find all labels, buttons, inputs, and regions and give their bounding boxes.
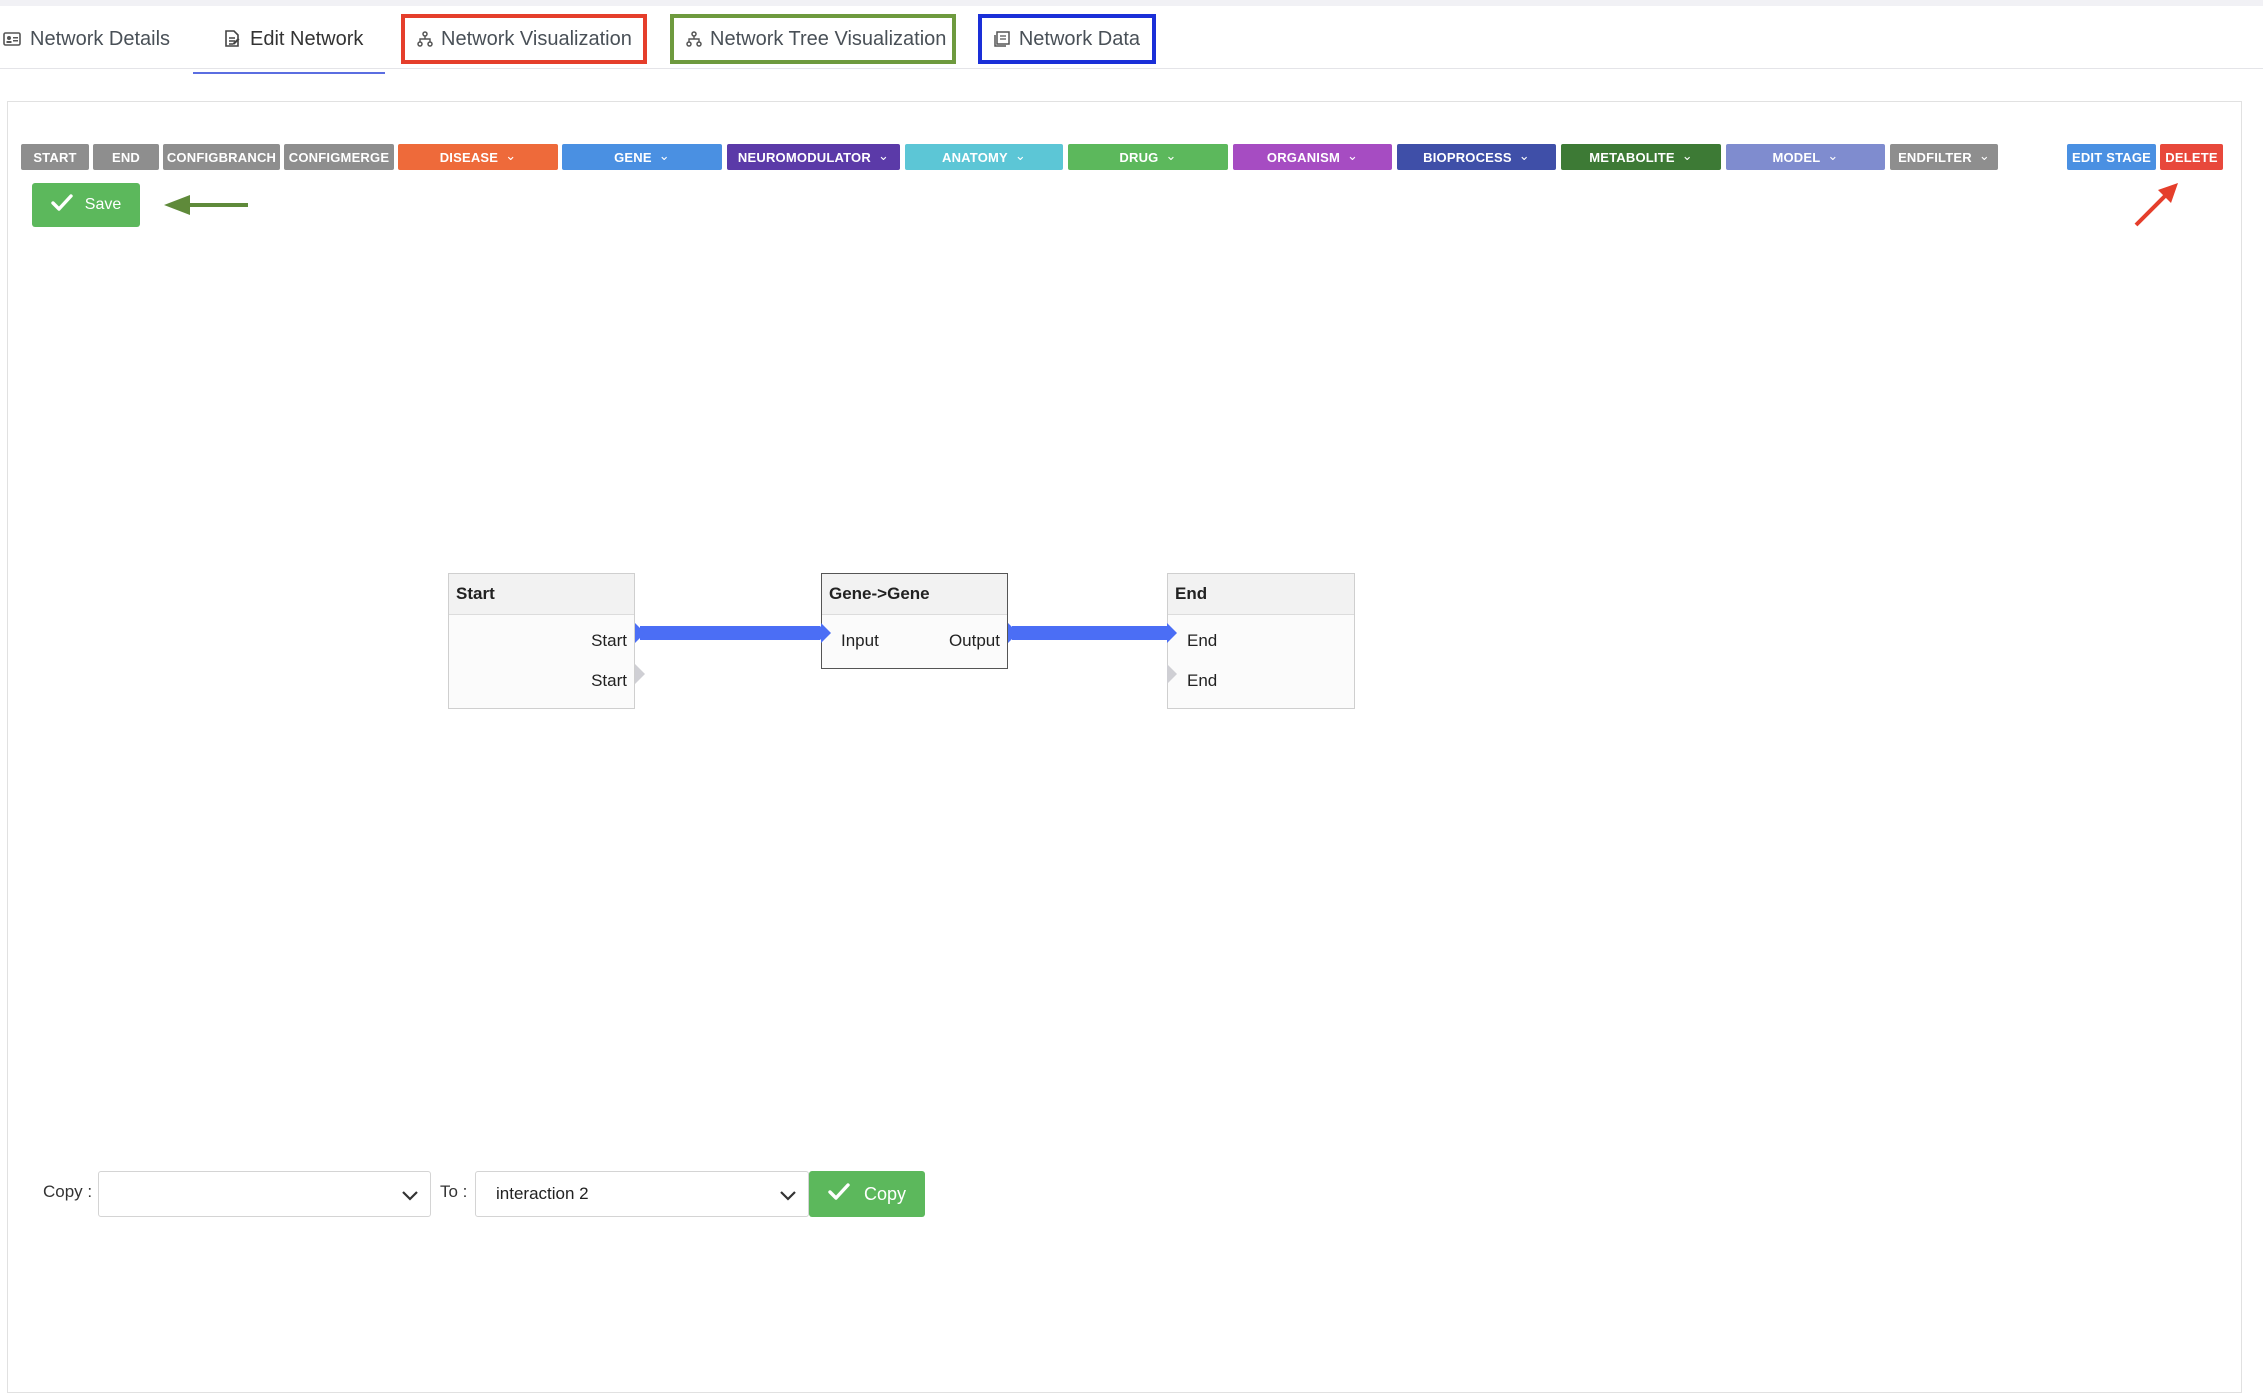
edit-stage-button[interactable]: EDIT STAGE	[2067, 144, 2156, 170]
start-node[interactable]: Start Start Start	[448, 573, 635, 709]
sitemap-icon	[686, 29, 702, 49]
tab-bar: Network Details Edit Network Network Vis…	[0, 6, 2263, 74]
tab-label: Edit Network	[250, 27, 364, 50]
gene-output-port[interactable]	[1008, 623, 1018, 643]
active-tab-indicator	[193, 72, 385, 74]
tab-network-tree-visualization[interactable]: Network Tree Visualization	[670, 14, 956, 64]
button-label: MODEL	[1772, 149, 1821, 165]
metabolite-dropdown[interactable]: METABOLITE ⌄	[1561, 144, 1721, 170]
end-input-port-2[interactable]	[1167, 664, 1177, 684]
configmerge-button[interactable]: CONFIGMERGE	[284, 144, 394, 170]
node-title: Gene->Gene	[822, 574, 1007, 615]
copy-button[interactable]: Copy	[809, 1171, 925, 1217]
gene-gene-node[interactable]: Gene->Gene Input Output	[821, 573, 1008, 669]
chevron-down-icon: ⌄	[1518, 148, 1530, 163]
table-icon	[994, 29, 1011, 49]
start-node-button[interactable]: START	[21, 144, 89, 170]
chevron-down-icon: ⌄	[658, 148, 670, 163]
chevron-down-icon: ⌄	[1014, 148, 1026, 163]
copy-target-select[interactable]: interaction 2	[475, 1171, 809, 1217]
end-node-button[interactable]: END	[93, 144, 159, 170]
chevron-down-icon: ⌄	[1681, 148, 1693, 163]
endfilter-dropdown[interactable]: ENDFILTER ⌄	[1890, 144, 1998, 170]
save-label: Save	[84, 196, 122, 213]
input-port-label: End	[1187, 671, 1218, 690]
button-label: NEUROMODULATOR	[737, 149, 871, 165]
input-port-label: End	[1187, 631, 1218, 650]
copy-label: Copy :	[43, 1182, 93, 1201]
button-label: GENE	[614, 149, 652, 165]
input-port-label: Input	[841, 631, 879, 650]
button-label: ORGANISM	[1266, 149, 1340, 165]
chevron-down-icon: ⌄	[877, 148, 890, 163]
check-icon	[828, 1182, 850, 1206]
node-title: End	[1168, 574, 1354, 615]
sitemap-icon	[417, 29, 433, 49]
tab-label: Network Data	[1018, 27, 1140, 50]
output-port-label: Output	[948, 631, 1000, 650]
button-label: START	[33, 149, 77, 165]
disease-dropdown[interactable]: DISEASE ⌄	[398, 144, 558, 170]
organism-dropdown[interactable]: ORGANISM ⌄	[1233, 144, 1392, 170]
save-button[interactable]: Save	[32, 183, 140, 227]
tab-label: Network Details	[30, 27, 171, 50]
button-label: ENDFILTER	[1898, 149, 1972, 165]
gene-input-port[interactable]	[821, 623, 831, 643]
output-port-label: Start	[591, 671, 627, 690]
bioprocess-dropdown[interactable]: BIOPROCESS ⌄	[1397, 144, 1556, 170]
chevron-down-icon: ⌄	[1165, 148, 1177, 163]
start-output-port-1[interactable]	[635, 623, 645, 643]
gene-dropdown[interactable]: GENE ⌄	[562, 144, 722, 170]
chevron-down-icon: ⌄	[1978, 148, 1990, 163]
edit-document-icon	[222, 29, 242, 49]
button-label: DELETE	[2165, 149, 2218, 165]
copy-target-value: interaction 2	[496, 1184, 589, 1203]
output-port-label: Start	[591, 631, 627, 650]
chevron-down-icon: ⌄	[1347, 148, 1359, 163]
button-label: DRUG	[1119, 149, 1159, 165]
check-icon	[51, 193, 73, 217]
button-label: CONFIGMERGE	[288, 149, 390, 165]
chevron-down-icon: ⌄	[505, 148, 517, 163]
configbranch-button[interactable]: CONFIGBRANCH	[163, 144, 280, 170]
id-card-icon	[2, 29, 22, 49]
tab-label: Network Tree Visualization	[710, 27, 947, 50]
chevron-down-icon	[402, 1191, 418, 1201]
neuromodulator-dropdown[interactable]: NEUROMODULATOR ⌄	[727, 144, 900, 170]
button-label: ANATOMY	[941, 149, 1008, 165]
tab-network-visualization[interactable]: Network Visualization	[401, 14, 647, 64]
drug-dropdown[interactable]: DRUG ⌄	[1068, 144, 1228, 170]
end-input-port-1[interactable]	[1167, 623, 1177, 643]
node-title: Start	[449, 574, 634, 615]
tab-network-details[interactable]: Network Details	[0, 14, 182, 64]
to-label: To :	[440, 1182, 468, 1201]
button-label: BIOPROCESS	[1423, 149, 1512, 165]
copy-label-text: Copy	[863, 1183, 907, 1204]
start-output-port-2[interactable]	[635, 664, 645, 684]
delete-button[interactable]: DELETE	[2160, 144, 2223, 170]
model-dropdown[interactable]: MODEL ⌄	[1726, 144, 1885, 170]
button-label: DISEASE	[439, 149, 499, 165]
tab-network-data[interactable]: Network Data	[978, 14, 1156, 64]
anatomy-dropdown[interactable]: ANATOMY ⌄	[905, 144, 1063, 170]
button-label: END	[111, 149, 141, 165]
chevron-down-icon: ⌄	[1827, 148, 1839, 163]
copy-source-select[interactable]	[98, 1171, 431, 1217]
tab-edit-network[interactable]: Edit Network	[210, 14, 375, 64]
chevron-down-icon	[780, 1191, 796, 1201]
button-label: CONFIGBRANCH	[166, 149, 277, 165]
end-node[interactable]: End End End	[1167, 573, 1355, 709]
button-label: EDIT STAGE	[2071, 149, 2152, 165]
button-label: METABOLITE	[1589, 149, 1675, 165]
tab-label: Network Visualization	[441, 27, 632, 50]
